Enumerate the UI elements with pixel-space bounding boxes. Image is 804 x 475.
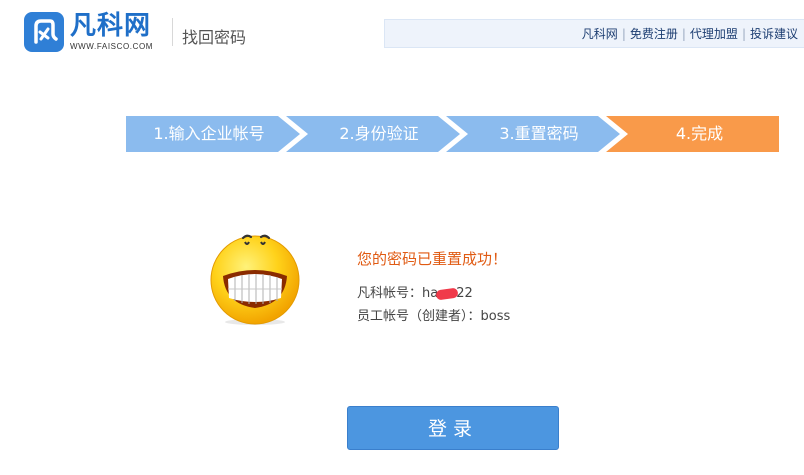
step-complete: 4.完成 <box>606 116 779 152</box>
logo-name: 凡科网 <box>70 11 152 41</box>
account-info: 凡科帐号：ha 22 <box>357 282 473 301</box>
employee-label: 员工帐号（创建者）： <box>357 309 481 324</box>
nav-separator: | <box>681 26 686 41</box>
nav-link-faisco[interactable]: 凡科网 <box>582 25 618 42</box>
smiley-face-icon <box>209 228 301 326</box>
account-label: 凡科帐号： <box>357 286 423 301</box>
account-value-suffix: 22 <box>456 286 473 301</box>
step-verify-identity: 2.身份验证 <box>286 116 460 152</box>
page-title: 找回密码 <box>182 28 247 47</box>
step-reset-password: 3.重置密码 <box>446 116 620 152</box>
nav-link-feedback[interactable]: 投诉建议 <box>750 25 798 42</box>
nav-separator: | <box>621 26 626 41</box>
header-divider <box>172 18 173 46</box>
header: 凡科网 WWW.FAISCO.COM 找回密码 凡科网 | 免费注册 | 代理加… <box>0 0 804 68</box>
faisco-logo-icon <box>24 12 64 52</box>
nav-separator: | <box>741 26 746 41</box>
login-button[interactable]: 登录 <box>347 406 559 450</box>
nav-link-agent[interactable]: 代理加盟 <box>690 25 738 42</box>
progress-steps: 1.输入企业帐号 2.身份验证 3.重置密码 4.完成 <box>126 116 779 152</box>
logo[interactable]: 凡科网 WWW.FAISCO.COM <box>24 12 153 52</box>
step-enter-account: 1.输入企业帐号 <box>126 116 300 152</box>
logo-domain: WWW.FAISCO.COM <box>70 42 154 51</box>
nav-link-register[interactable]: 免费注册 <box>630 25 678 42</box>
employee-info: 员工帐号（创建者）：boss <box>357 305 510 324</box>
top-nav: 凡科网 | 免费注册 | 代理加盟 | 投诉建议 <box>384 19 804 48</box>
employee-value: boss <box>480 309 511 324</box>
success-message: 您的密码已重置成功！ <box>357 250 508 268</box>
